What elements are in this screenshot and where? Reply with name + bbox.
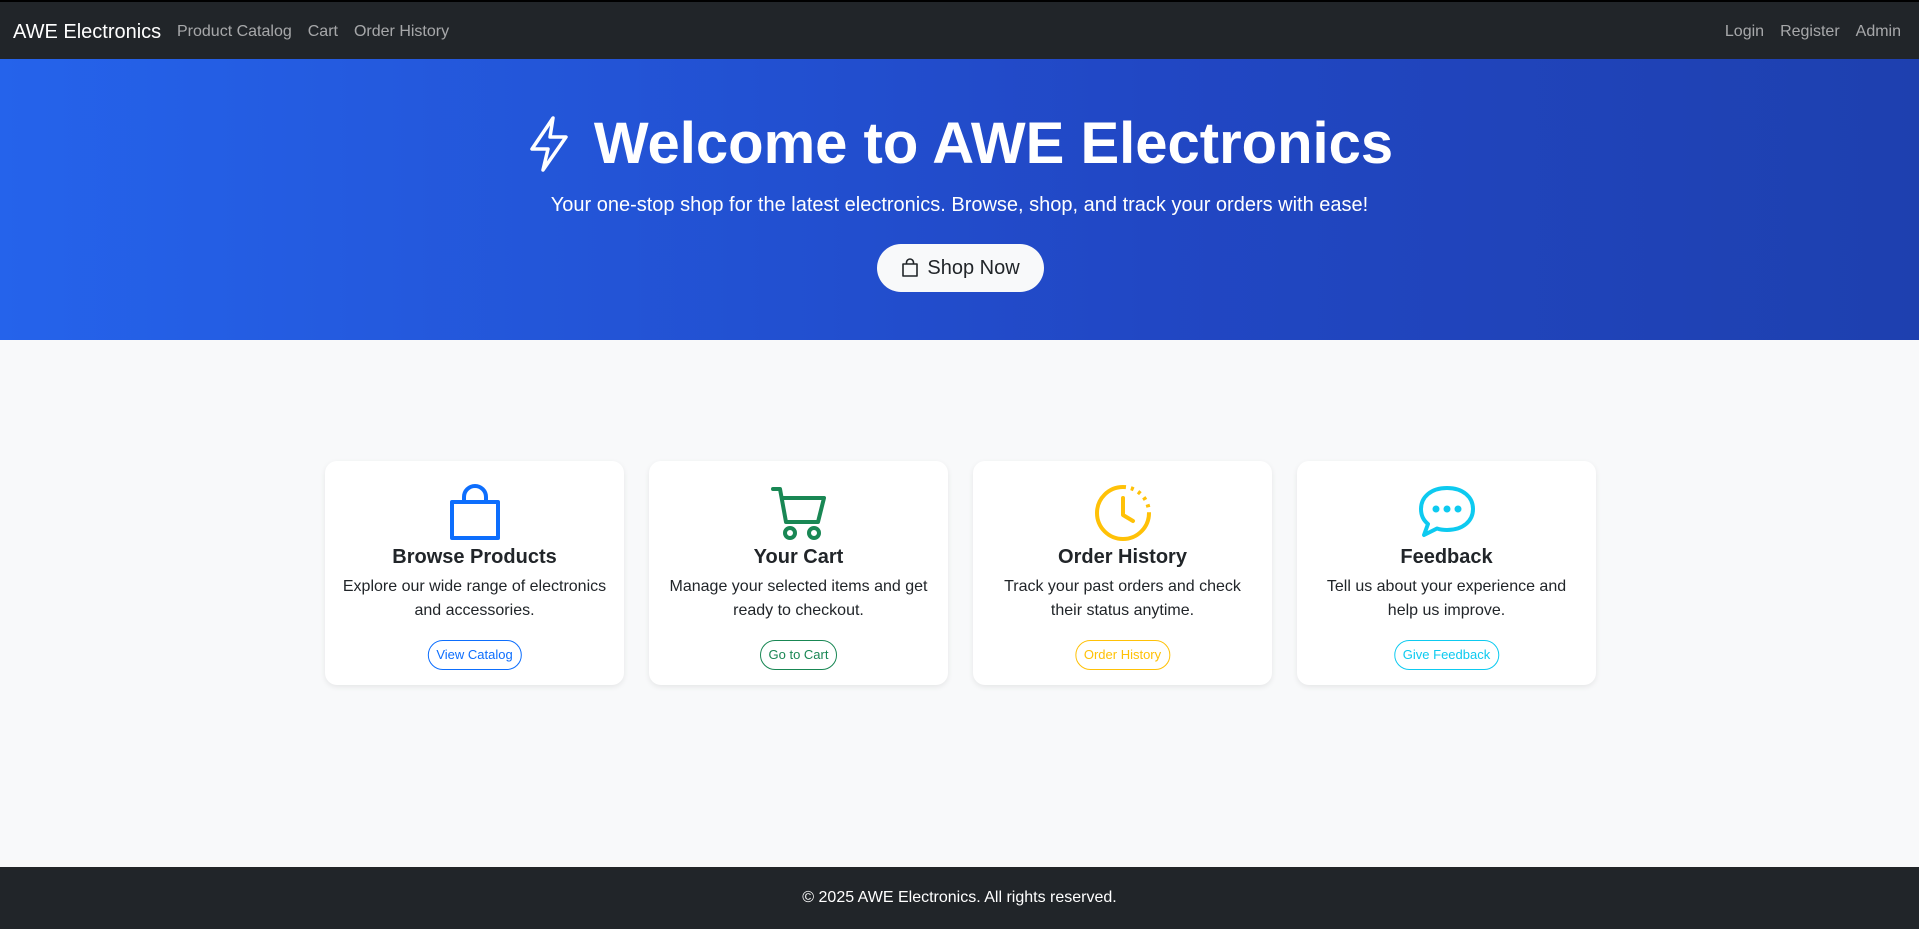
footer-copyright: © 2025 AWE Electronics. All rights reser… xyxy=(802,889,1117,906)
card-title: Feedback xyxy=(1400,546,1493,568)
chat-dots-icon xyxy=(1418,486,1475,537)
card-title: Order History xyxy=(1058,546,1187,568)
nav-link-login[interactable]: Login xyxy=(1725,22,1764,42)
give-feedback-button[interactable]: Give Feedback xyxy=(1393,640,1500,670)
nav-link-order-history[interactable]: Order History xyxy=(354,22,449,42)
card-browse-products: Browse Products Explore our wide range o… xyxy=(325,461,624,685)
card-text: Tell us about your experience and help u… xyxy=(1326,578,1567,619)
card-title: Browse Products xyxy=(392,546,557,568)
shopping-bag-icon xyxy=(902,258,919,277)
brand-link[interactable]: AWE Electronics xyxy=(13,20,161,44)
nav-right-links: Login Register Admin xyxy=(1725,22,1901,42)
card-feedback: Feedback Tell us about your experience a… xyxy=(1297,461,1596,685)
nav-link-product-catalog[interactable]: Product Catalog xyxy=(177,22,292,42)
shop-now-label: Shop Now xyxy=(927,256,1020,279)
hero-subtitle: Your one-stop shop for the latest electr… xyxy=(550,194,1369,216)
nav-left-links: Product Catalog Cart Order History xyxy=(177,22,449,42)
card-your-cart: Your Cart Manage your selected items and… xyxy=(649,461,948,685)
nav-link-register[interactable]: Register xyxy=(1780,22,1840,42)
card-text: Track your past orders and check their s… xyxy=(1004,578,1241,619)
nav-link-cart[interactable]: Cart xyxy=(308,22,338,42)
hero-title: Welcome to AWE Electronics xyxy=(593,111,1394,176)
hero-banner: Welcome to AWE Electronics Your one-stop… xyxy=(0,59,1919,340)
footer: © 2025 AWE Electronics. All rights reser… xyxy=(0,867,1919,929)
lightning-icon xyxy=(530,116,568,172)
card-text: Manage your selected items and get ready… xyxy=(669,578,928,619)
view-catalog-button[interactable]: View Catalog xyxy=(427,640,522,670)
go-to-cart-button[interactable]: Go to Cart xyxy=(759,640,838,670)
navbar: AWE Electronics Product Catalog Cart Ord… xyxy=(0,0,1919,59)
cart-icon xyxy=(770,487,826,540)
shop-now-button[interactable]: Shop Now xyxy=(877,244,1044,292)
card-order-history: Order History Track your past orders and… xyxy=(973,461,1272,685)
shopping-bag-icon xyxy=(449,484,500,540)
order-history-button[interactable]: Order History xyxy=(1074,640,1171,670)
nav-link-admin[interactable]: Admin xyxy=(1856,22,1901,42)
card-title: Your Cart xyxy=(753,546,844,568)
clock-history-icon xyxy=(1094,485,1151,541)
card-text: Explore our wide range of electronics an… xyxy=(342,578,607,619)
hero-title-row: Welcome to AWE Electronics xyxy=(0,112,1919,176)
